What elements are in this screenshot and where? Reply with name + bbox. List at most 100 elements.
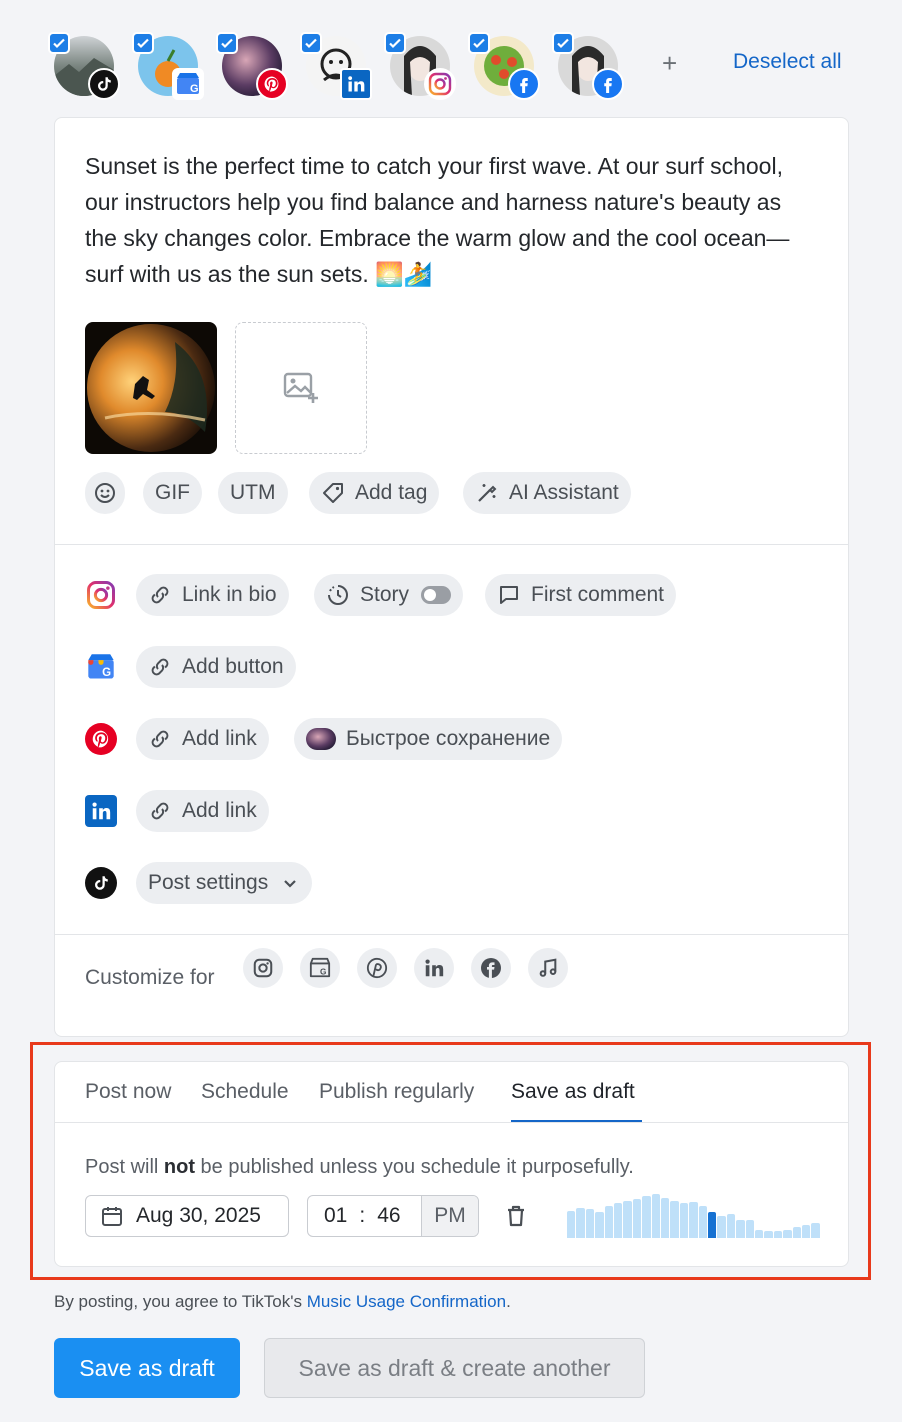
customize-google-business-icon[interactable]: G [300,948,340,988]
save-as-draft-button[interactable]: Save as draft [54,1338,240,1398]
pinterest-board-button[interactable]: Быстрое сохранение [294,718,563,760]
customize-tiktok-music-icon[interactable] [528,948,568,988]
checkbox-checked-icon[interactable] [384,32,406,54]
first-comment-button[interactable]: First comment [485,574,677,616]
activity-bar [726,1214,736,1238]
add-button-button[interactable]: Add button [136,646,296,688]
activity-bar [651,1194,660,1238]
best-time-activity-chart [567,1194,821,1238]
instagram-icon [424,68,456,100]
svg-text:G: G [190,83,199,95]
activity-bar [642,1196,651,1238]
trash-icon[interactable] [505,1204,527,1233]
activity-bar [679,1203,689,1238]
activity-bar [764,1231,773,1238]
account-facebook[interactable] [468,32,540,100]
activity-bar [604,1206,613,1238]
gif-label: GIF [155,481,190,504]
date-picker[interactable]: Aug 30, 2025 [85,1195,289,1237]
utm-button[interactable]: UTM [218,472,288,514]
checkbox-checked-icon[interactable] [132,32,154,54]
activity-bar [623,1201,632,1238]
add-media-button[interactable] [235,322,367,454]
checkbox-checked-icon[interactable] [468,32,490,54]
customize-instagram-icon[interactable] [243,948,283,988]
customize-for-label: Customize for [85,966,215,989]
story-toggle-button[interactable]: Story [314,574,464,616]
minute-input[interactable]: 46 [377,1204,400,1228]
activity-bar [783,1230,792,1238]
linkedin-icon [340,68,372,100]
account-facebook[interactable] [552,32,624,100]
account-tiktok[interactable] [48,32,120,100]
checkbox-checked-icon[interactable] [216,32,238,54]
add-tag-label: Add tag [355,481,428,504]
ai-assistant-button[interactable]: AI Assistant [463,472,631,514]
tag-icon [323,483,343,503]
tab-post-now[interactable]: Post now [85,1080,171,1104]
date-value: Aug 30, 2025 [136,1204,261,1227]
tiktok-options-row: Post settings [85,862,825,904]
story-toggle[interactable] [421,586,452,604]
magic-wand-icon [478,484,497,502]
instagram-options-row: Link in bio Story First comment [85,574,825,616]
divider [55,1122,848,1123]
deselect-all-link[interactable]: Deselect all [733,50,842,74]
emoji-icon [95,483,115,503]
instagram-icon [85,579,117,611]
checkbox-checked-icon[interactable] [300,32,322,54]
activity-bar [802,1225,811,1238]
emoji-button[interactable] [85,472,125,514]
save-draft-create-another-button[interactable]: Save as draft & create another [264,1338,645,1398]
pinterest-add-link-button[interactable]: Add link [136,718,269,760]
activity-bar [614,1203,623,1238]
gif-button[interactable]: GIF [143,472,202,514]
svg-text:G: G [320,967,326,976]
account-linkedin[interactable] [300,32,372,100]
hour-input[interactable]: 01 [324,1204,347,1228]
customize-facebook-icon[interactable] [471,948,511,988]
customize-linkedin-icon[interactable] [414,948,454,988]
music-usage-link[interactable]: Music Usage Confirmation [307,1292,506,1311]
account-instagram[interactable] [384,32,456,100]
activity-bar [811,1223,820,1238]
activity-bar [792,1227,801,1238]
facebook-icon [592,68,624,100]
tab-publish-regularly[interactable]: Publish regularly [319,1080,474,1104]
activity-bar [717,1216,726,1238]
checkbox-checked-icon[interactable] [48,32,70,54]
link-icon [151,658,169,676]
linkedin-add-link-button[interactable]: Add link [136,790,269,832]
activity-bar [773,1231,783,1238]
link-icon [151,586,169,604]
add-account-button[interactable]: + [662,48,677,79]
tiktok-icon [88,68,120,100]
am-pm-toggle[interactable]: PM [421,1196,478,1236]
account-pinterest[interactable] [216,32,288,100]
activity-bar [567,1211,576,1238]
google-business-icon: G [85,651,117,683]
tiktok-icon [85,867,117,899]
add-image-icon [283,372,318,403]
tab-schedule[interactable]: Schedule [201,1080,289,1104]
terms-note: By posting, you agree to TikTok's Music … [54,1292,511,1311]
tab-save-as-draft[interactable]: Save as draft [511,1080,635,1104]
add-button-label: Add button [182,655,284,678]
checkbox-checked-icon[interactable] [552,32,574,54]
chevron-down-icon [284,880,297,888]
draft-note: Post will not be published unless you sc… [85,1156,634,1178]
link-in-bio-button[interactable]: Link in bio [136,574,289,616]
customize-pinterest-icon[interactable] [357,948,397,988]
time-picker[interactable]: 01 : 46 PM [307,1195,479,1237]
board-avatar [306,728,336,750]
media-thumbnail[interactable] [85,322,217,454]
add-tag-button[interactable]: Add tag [309,472,440,514]
post-text-editor[interactable]: Sunset is the perfect time to catch your… [85,148,815,292]
account-google-business[interactable]: G [132,32,204,100]
ai-assistant-label: AI Assistant [509,481,619,504]
activity-bar [576,1208,585,1238]
activity-bar [698,1206,707,1238]
post-settings-button[interactable]: Post settings [136,862,313,904]
activity-bar [632,1199,642,1238]
activity-bar [736,1220,745,1238]
